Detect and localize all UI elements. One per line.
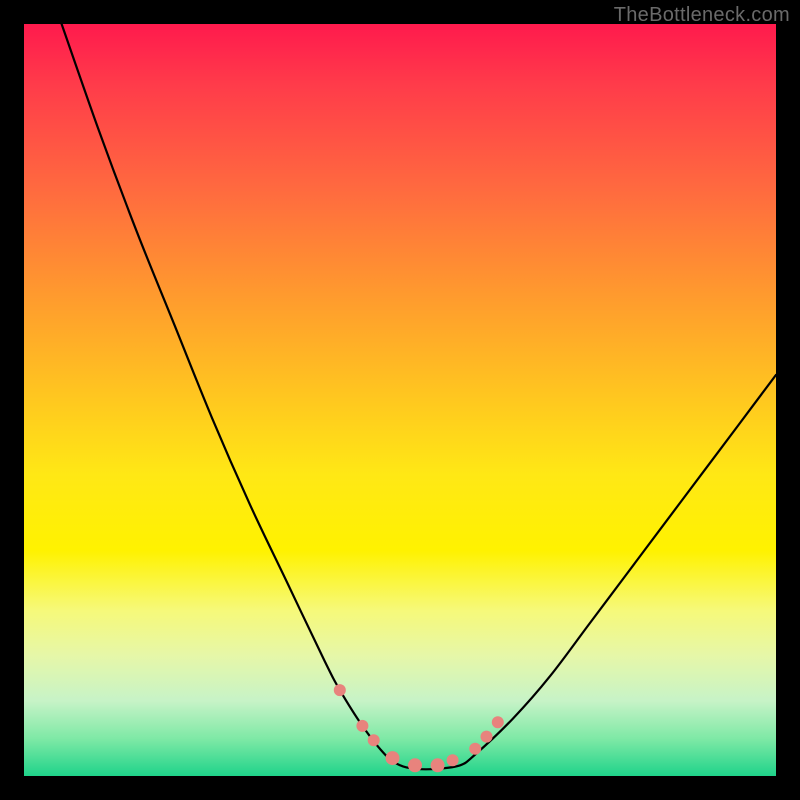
curve-marker xyxy=(431,758,445,772)
curve-marker xyxy=(469,743,481,755)
curve-marker xyxy=(481,731,493,743)
bottleneck-curve xyxy=(62,24,776,769)
curve-marker xyxy=(447,754,459,766)
curve-marker xyxy=(368,734,380,746)
curve-marker xyxy=(386,751,400,765)
bottleneck-chart xyxy=(24,24,776,776)
marker-group xyxy=(334,684,504,772)
curve-marker xyxy=(408,758,422,772)
curve-marker xyxy=(492,716,504,728)
curve-marker xyxy=(356,720,368,732)
curve-marker xyxy=(334,684,346,696)
